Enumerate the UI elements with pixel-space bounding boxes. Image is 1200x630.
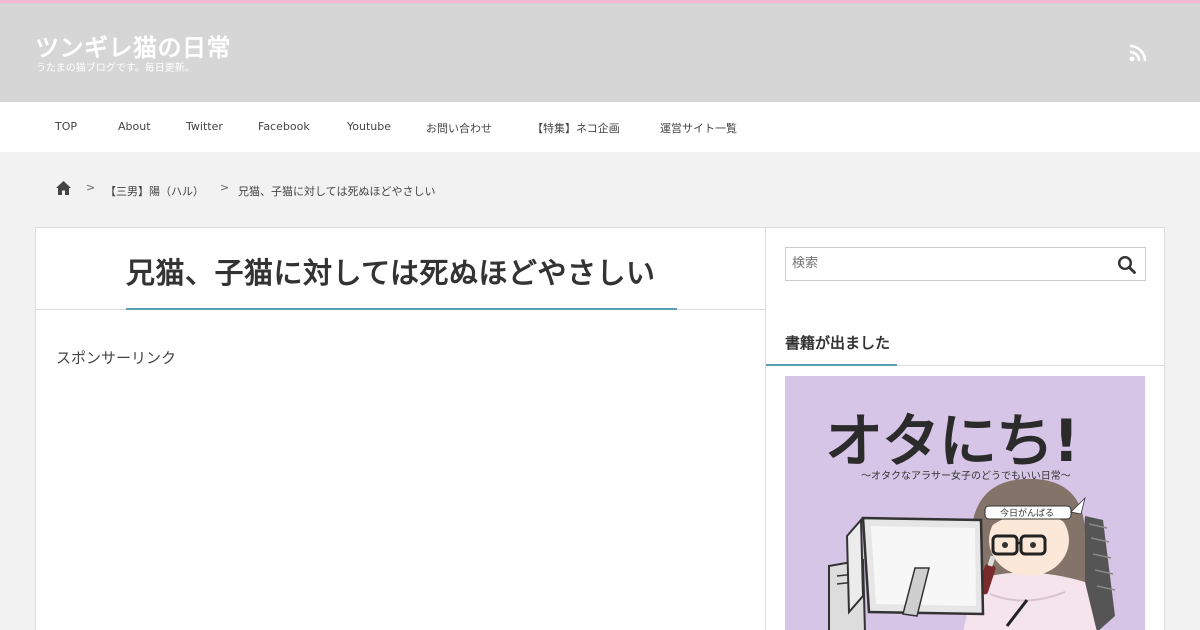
widget-accent-underline bbox=[766, 364, 897, 366]
nav-item-special[interactable]: 【特集】ネコ企画 bbox=[532, 120, 620, 136]
nav-item-facebook[interactable]: Facebook bbox=[258, 120, 310, 133]
nav-item-top[interactable]: TOP bbox=[55, 120, 77, 133]
breadcrumb: > 【三男】陽（ハル） > 兄猫、子猫に対しては死ぬほどやさしい bbox=[0, 178, 1200, 202]
book-title: オタにち! bbox=[825, 407, 1079, 475]
site-description: うたまの猫ブログです。毎日更新。 bbox=[36, 63, 195, 74]
search-box bbox=[785, 247, 1146, 281]
breadcrumb-separator: > bbox=[220, 181, 230, 194]
breadcrumb-current: 兄猫、子猫に対しては死ぬほどやさしい bbox=[238, 185, 436, 198]
global-nav: TOP About Twitter Facebook Youtube お問い合わ… bbox=[0, 102, 1200, 152]
book-illustration: 今日がんばる bbox=[828, 478, 1116, 630]
nav-item-twitter[interactable]: Twitter bbox=[186, 120, 223, 133]
search-input[interactable] bbox=[792, 256, 1102, 271]
site-title[interactable]: ツンギレ猫の日常 bbox=[35, 28, 231, 63]
main-content: 兄猫、子猫に対しては死ぬほどやさしい スポンサーリンク bbox=[35, 227, 766, 630]
book-cover-image[interactable]: オタにち! 〜オタクなアラサー女子のどうでもいい日常〜 今日がんばる bbox=[785, 376, 1145, 630]
nav-item-youtube[interactable]: Youtube bbox=[347, 120, 391, 133]
search-icon[interactable] bbox=[1117, 255, 1137, 275]
nav-item-about[interactable]: About bbox=[118, 120, 151, 133]
sponsor-label: スポンサーリンク bbox=[56, 349, 177, 367]
widget-title: 書籍が出ました bbox=[785, 334, 891, 352]
rss-icon[interactable] bbox=[1129, 44, 1147, 62]
site-header: ツンギレ猫の日常 うたまの猫ブログです。毎日更新。 bbox=[0, 3, 1200, 102]
sidebar: 書籍が出ました オタにち! 〜オタクなアラサー女子のどうでもいい日常〜 今日がん… bbox=[765, 227, 1165, 630]
nav-item-contact[interactable]: お問い合わせ bbox=[426, 120, 492, 136]
home-icon[interactable] bbox=[55, 180, 72, 196]
headband-text: 今日がんばる bbox=[1000, 507, 1054, 519]
breadcrumb-separator: > bbox=[86, 181, 96, 194]
post-title: 兄猫、子猫に対しては死ぬほどやさしい bbox=[126, 256, 656, 290]
breadcrumb-category[interactable]: 【三男】陽（ハル） bbox=[105, 183, 204, 199]
nav-item-sites[interactable]: 運営サイト一覧 bbox=[660, 120, 737, 136]
title-accent-underline bbox=[126, 308, 677, 310]
